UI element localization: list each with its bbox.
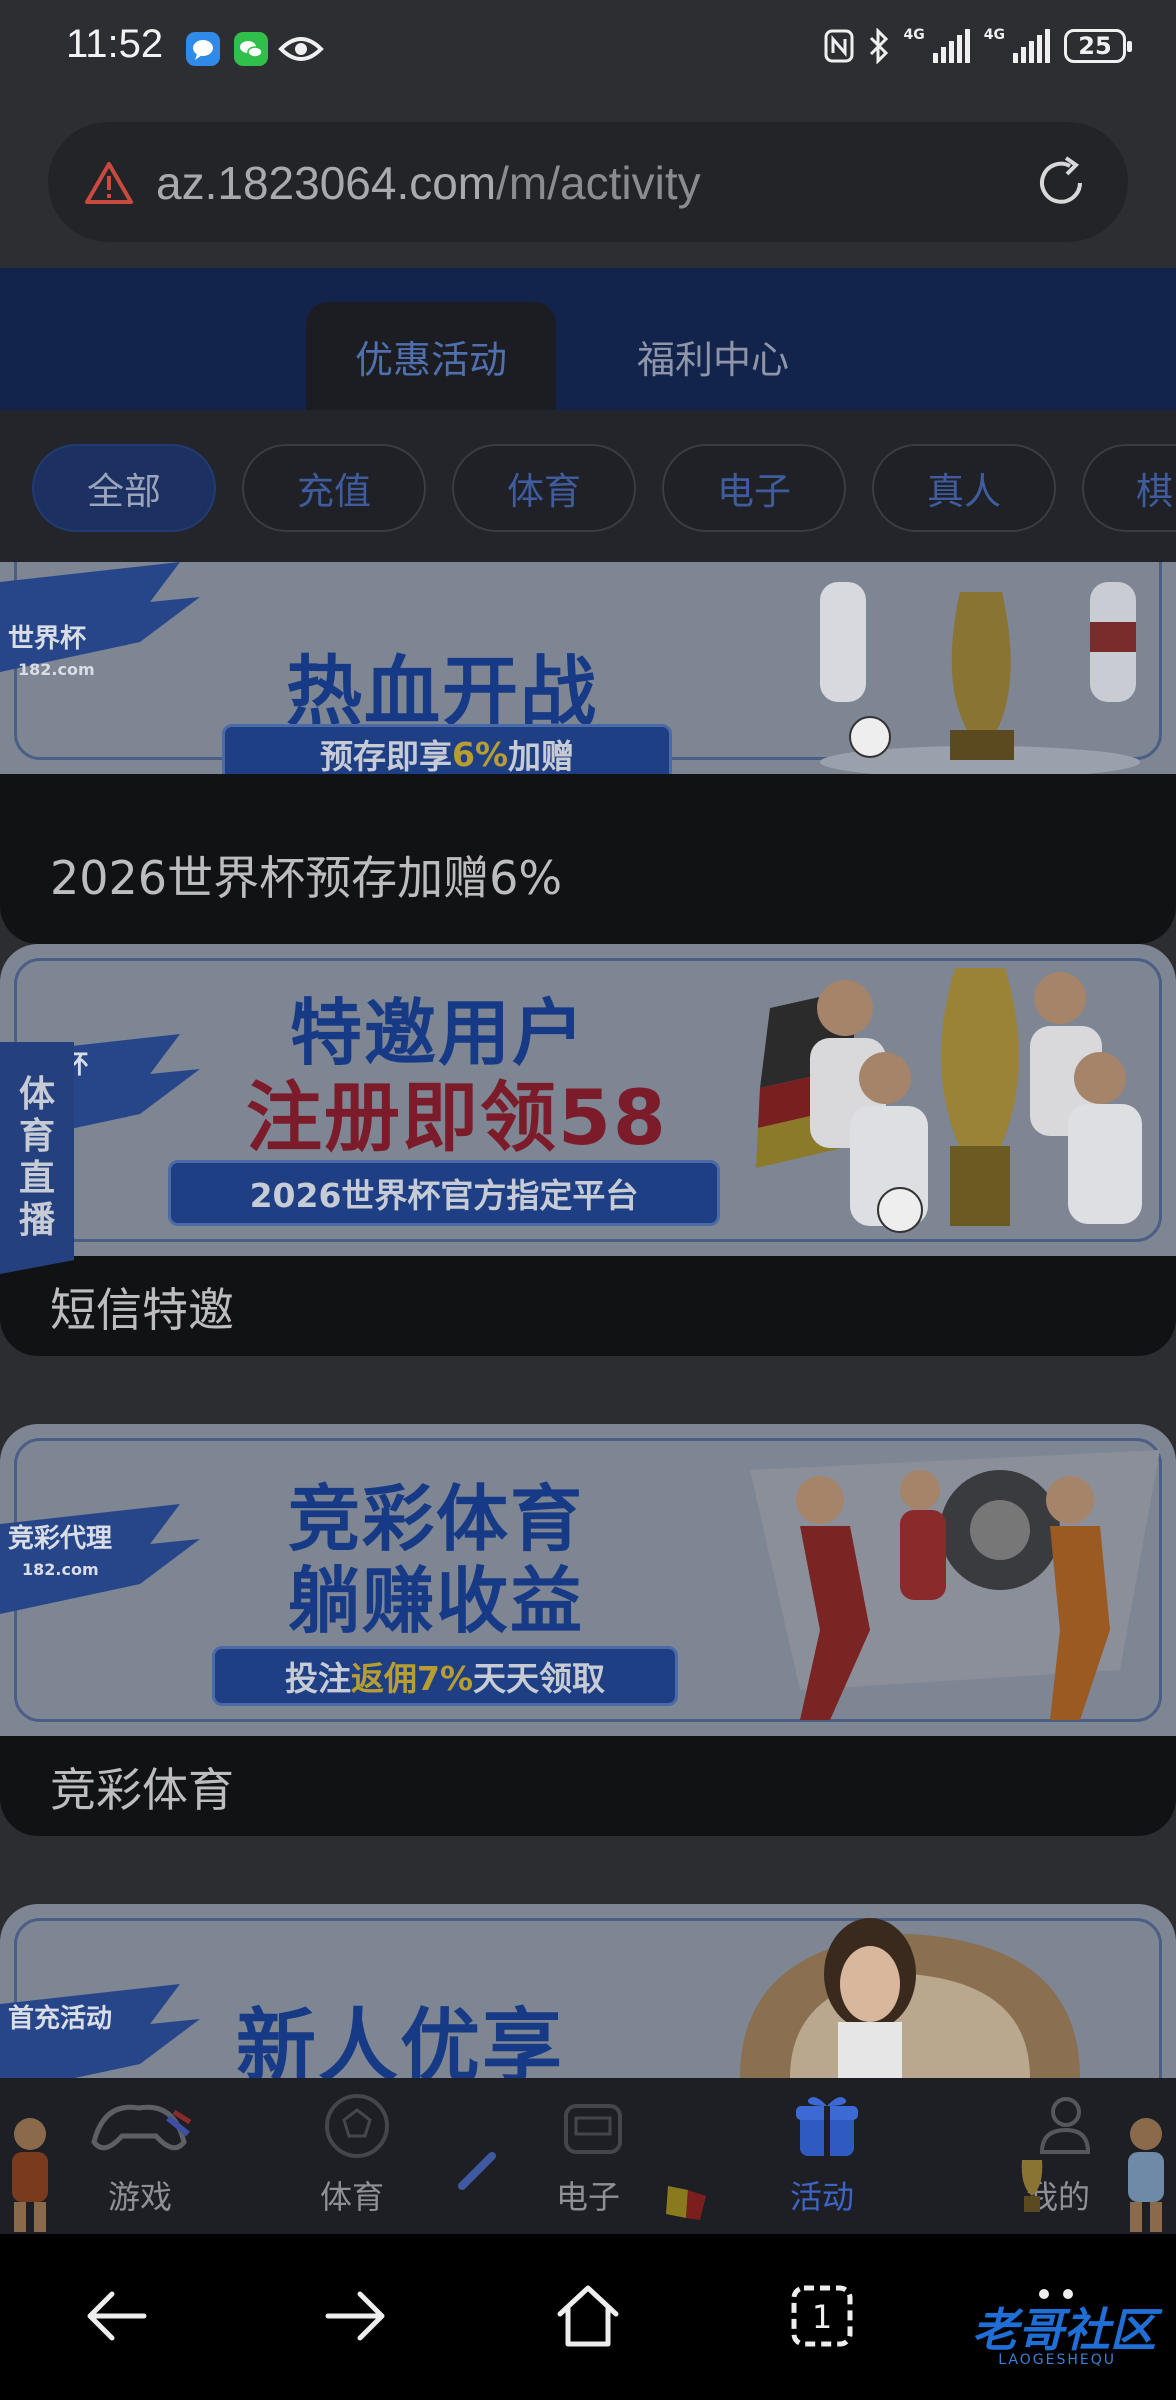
nav-label: 我的 [1025,2178,1090,2216]
activity-banner[interactable]: 世界杯 特邀用户 注册即领58 2026世界杯官方指定平台 [0,944,1176,1256]
bottom-nav: 游戏 体育 电子 活动 我的 [0,2078,1176,2234]
url-domain: az.1823064.com [156,157,497,209]
nfc-icon [824,29,854,63]
tabs-icon[interactable]: 1 [782,2276,862,2356]
system-navigation: 1 老哥社区 LAOGESHEQU [0,2234,1176,2400]
banner-pill: 2026世界杯官方指定平台 [168,1160,720,1226]
soccer-ball-icon [325,2094,389,2158]
activity-banner[interactable]: 竞彩代理 182.com 竞彩体育 躺赚收益 投注 返佣7% 天天领取 [0,1424,1176,1736]
messages-app-icon [186,32,220,66]
hot-sub: 182.com [22,1560,99,1579]
card-title: 竞彩体育 [50,1763,234,1817]
players-image [750,1450,1160,1720]
home-icon[interactable] [548,2276,628,2356]
filter-chips: 全部 充值 体育 电子 真人 棋 [0,410,1176,562]
hot-label: 首充活动 [8,2004,113,2034]
banner-headline: 新人优享 [236,2000,564,2078]
signal-icon-1 [932,29,970,63]
user-icon [1039,2097,1091,2154]
hot-label: 竞彩代理 [8,1524,113,1554]
banner-pill: 预存即享 6% 加赠 [222,724,672,774]
hostess-image [740,1918,1080,2078]
nav-games[interactable]: 游戏 [50,2078,230,2234]
bluetooth-icon [869,28,888,64]
watermark-logo: 老哥社区 [972,2303,1156,2357]
browser-toolbar: az.1823064.com/m/activity [0,100,1176,268]
battery-level: 25 [1078,32,1112,60]
network-type-2: 4G [983,27,1005,43]
gift-icon [796,2097,858,2156]
activity-list: 世界杯 182.com 热血开战 预存即享 6% 加赠 2026世界杯预存加赠6% … [0,562,1176,2078]
nav-label: 电子 [555,2178,620,2216]
hot-sub: 182.com [18,660,95,679]
url-text[interactable]: az.1823064.com/m/activity [156,156,701,210]
signal-icon-2 [1013,29,1050,63]
nav-label: 游戏 [107,2178,172,2216]
tab-promotions[interactable]: 优惠活动 [306,302,556,410]
sports-live-tag[interactable]: 体 育 直 播 [0,1042,74,1274]
network-type-1: 4G [903,27,925,43]
nav-mine[interactable]: 我的 [968,2078,1148,2234]
gamepad-icon [91,2104,192,2151]
back-arrow-icon[interactable] [78,2276,158,2356]
warning-icon[interactable] [84,160,134,206]
reload-icon[interactable] [1030,152,1092,214]
status-indicators: 4G 4G 25 [824,27,1132,64]
banner-pill: 投注 返佣7% 天天领取 [212,1646,678,1706]
card-title: 短信特邀 [50,1283,234,1337]
address-bar[interactable]: az.1823064.com/m/activity [48,122,1128,242]
chip-electronic[interactable]: 电子 [662,444,846,532]
chip-sports[interactable]: 体育 [452,444,636,532]
card-flag-icon [666,2186,706,2220]
activity-banner[interactable]: 首充活动 新人优享 [0,1904,1176,2078]
url-path: /m/activity [496,157,701,209]
banner-headline-2: 注册即领58 [246,1073,668,1162]
chip-chess[interactable]: 棋 [1082,444,1176,532]
tab-welfare-center[interactable]: 福利中心 [600,302,826,410]
watermark-sub: LAOGESHEQU [998,2352,1116,2368]
chip-recharge[interactable]: 充值 [242,444,426,532]
whistle-icon [458,2152,496,2190]
nav-electronic[interactable]: 电子 [498,2078,678,2234]
activity-card[interactable]: 首充活动 新人优享 [0,1904,1176,2078]
status-time: 11:52 [66,22,164,66]
slot-machine-icon [564,2104,622,2154]
activity-card[interactable]: 世界杯 特邀用户 注册即领58 2026世界杯官方指定平台 短信特 [0,944,1176,1356]
nav-label: 活动 [789,2178,854,2216]
svg-text:1: 1 [812,2298,832,2336]
activity-card[interactable]: 竞彩代理 182.com 竞彩体育 躺赚收益 投注 返佣7% 天天领取 竞彩体育 [0,1424,1176,1836]
nav-label: 体育 [319,2178,384,2216]
status-bar: 11:52 4G 4G 25 [0,0,1176,100]
forward-arrow-icon[interactable] [314,2276,394,2356]
top-tabs: 优惠活动 福利中心 [0,268,1176,410]
hot-label: 世界杯 [8,624,87,654]
activity-banner[interactable]: 世界杯 182.com 热血开战 预存即享 6% 加赠 [0,562,1176,774]
world-cup-trophy-image [820,582,1140,774]
trophy-mini-icon [1021,2160,1043,2212]
eye-icon [278,32,324,66]
battery-icon: 25 [1064,29,1132,63]
players-trophy-image [756,968,1142,1233]
chip-all[interactable]: 全部 [32,444,216,532]
wechat-app-icon [234,32,268,66]
nav-activity[interactable]: 活动 [732,2078,912,2234]
banner-headline-2: 躺赚收益 [288,1559,585,1643]
nav-sports[interactable]: 体育 [262,2078,442,2234]
card-title: 2026世界杯预存加赠6% [50,851,563,905]
chip-live[interactable]: 真人 [872,444,1056,532]
activity-card[interactable]: 世界杯 182.com 热血开战 预存即享 6% 加赠 2026世界杯预存加赠6% [0,562,1176,944]
